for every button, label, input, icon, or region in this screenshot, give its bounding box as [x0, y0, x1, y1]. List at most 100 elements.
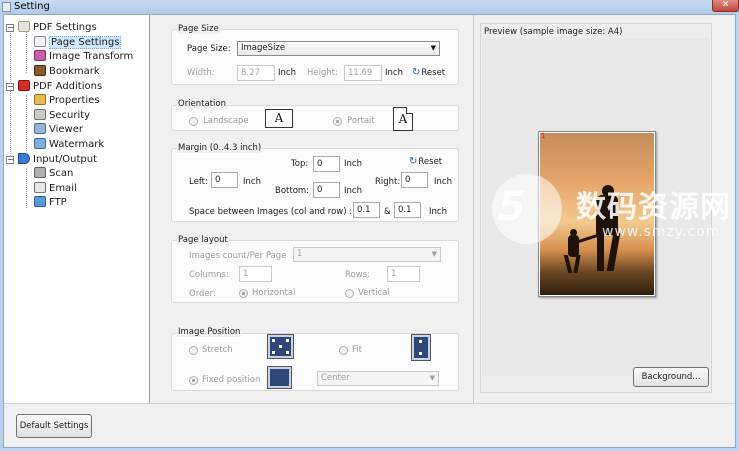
default-settings-button[interactable]: Default Settings [16, 414, 92, 438]
tree-item-pdf-additions[interactable]: PDF Additions [18, 80, 102, 93]
tree-expander[interactable]: − [6, 156, 14, 164]
pdf-settings-icon [18, 21, 30, 32]
tree-line [26, 31, 27, 73]
portrait-label: Portait [347, 116, 375, 126]
vertical-label: Vertical [358, 288, 390, 298]
page-layout-title: Page layout [177, 235, 229, 245]
preview-panel: Preview (sample image size: A4) 1 Backgr… [480, 23, 712, 393]
security-icon [34, 109, 46, 120]
rows-input[interactable]: 1 [387, 266, 420, 282]
images-count-select[interactable]: 1 ▼ [293, 247, 441, 262]
tree-item-pdf-settings[interactable]: PDF Settings [18, 21, 97, 34]
tree-item-security[interactable]: Security [34, 109, 90, 122]
image-position-title: Image Position [177, 327, 242, 337]
width-input[interactable]: 8.27 [237, 65, 275, 81]
preview-canvas: 1 [482, 38, 710, 376]
space-col-input[interactable]: 0.1 [353, 202, 380, 218]
fixed-position-icon [267, 366, 292, 389]
tree-item-image-transform[interactable]: Image Transform [34, 50, 133, 63]
bookmark-icon [34, 65, 46, 76]
chevron-down-icon: ▼ [429, 374, 435, 382]
position-value: Center [321, 373, 350, 383]
stretch-label: Stretch [202, 345, 233, 355]
preview-title: Preview (sample image size: A4) [484, 27, 623, 37]
page-number: 1 [541, 132, 546, 140]
title-bar: Setting ✕ [0, 0, 739, 14]
vertical-radio[interactable] [345, 289, 354, 298]
page-size-title: Page Size [177, 24, 220, 34]
fixed-position-radio[interactable] [189, 376, 198, 385]
space-row-input[interactable]: 0.1 [394, 202, 421, 218]
fit-label: Fit [352, 345, 362, 355]
height-unit: Inch [385, 68, 403, 78]
image-transform-icon [34, 50, 46, 61]
close-button[interactable]: ✕ [712, 0, 739, 12]
window-title: Setting [14, 1, 50, 12]
tree-line [26, 95, 27, 151]
tree-item-page-settings[interactable]: Page Settings [34, 36, 122, 49]
stretch-icon [267, 334, 294, 359]
tree-item-scan[interactable]: Scan [34, 167, 73, 180]
columns-input[interactable]: 1 [239, 266, 272, 282]
columns-label: Columns: [189, 270, 229, 280]
tree-item-ftp[interactable]: FTP [34, 196, 67, 209]
rows-label: Rows: [345, 270, 370, 280]
fit-icon [411, 334, 431, 361]
reset-margin-button[interactable]: ↻Reset [409, 156, 442, 167]
bottom-input[interactable]: 0 [313, 182, 340, 198]
right-input[interactable]: 0 [401, 172, 428, 188]
portrait-icon: A [393, 107, 413, 131]
tree-item-bookmark[interactable]: Bookmark [34, 65, 100, 78]
watermark-icon [34, 138, 46, 149]
pdf-additions-icon [18, 80, 30, 91]
width-label: Width: [187, 68, 215, 78]
left-unit: Inch [243, 177, 261, 187]
settings-tree: − PDF Settings Page Settings Image Trans… [4, 15, 150, 403]
height-input[interactable]: 11.69 [344, 65, 382, 81]
bottom-label: Bottom: [275, 186, 310, 196]
settings-window: − PDF Settings Page Settings Image Trans… [3, 14, 736, 448]
margin-title: Margin (0..4.3 inch) [177, 143, 263, 153]
stretch-radio[interactable] [189, 346, 198, 355]
landscape-icon: A [265, 109, 293, 128]
bottom-unit: Inch [344, 186, 362, 196]
properties-icon [34, 94, 46, 105]
portrait-radio[interactable] [333, 117, 342, 126]
tree-expander[interactable]: − [6, 83, 14, 91]
position-select[interactable]: Center ▼ [317, 371, 439, 386]
tree-item-input-output[interactable]: Input/Output [18, 153, 97, 166]
viewer-icon [34, 123, 46, 134]
settings-panel: Page Size Page Size: ImageSize ▼ Width: 8… [151, 15, 474, 403]
tree-item-watermark[interactable]: Watermark [34, 138, 104, 151]
right-unit: Inch [434, 177, 452, 187]
tree-item-properties[interactable]: Properties [34, 94, 100, 107]
fixed-position-label: Fixed position [202, 375, 261, 385]
reset-margin-label: Reset [418, 157, 443, 167]
tree-line [10, 27, 11, 162]
tree-item-viewer[interactable]: Viewer [34, 123, 83, 136]
left-input[interactable]: 0 [211, 172, 238, 188]
landscape-radio[interactable] [189, 117, 198, 126]
images-count-value: 1 [297, 249, 303, 259]
landscape-label: Landscape [203, 116, 249, 126]
horizontal-radio[interactable] [239, 289, 248, 298]
reset-size-label: Reset [421, 68, 446, 78]
height-label: Height: [307, 68, 338, 78]
top-unit: Inch [344, 159, 362, 169]
chevron-down-icon: ▼ [430, 44, 436, 52]
refresh-icon: ↻ [412, 67, 421, 78]
right-label: Right: [375, 177, 401, 187]
space-unit: Inch [429, 207, 447, 217]
reset-size-button[interactable]: ↻Reset [412, 67, 445, 78]
background-button[interactable]: Background... [633, 367, 709, 387]
app-icon [2, 2, 11, 12]
preview-page: 1 [538, 131, 656, 297]
order-label: Order: [189, 289, 216, 299]
fit-radio[interactable] [339, 346, 348, 355]
top-input[interactable]: 0 [313, 156, 340, 172]
space-and: & [384, 207, 391, 217]
images-count-label: Images count/Per Page [189, 251, 287, 261]
tree-item-email[interactable]: Email [34, 182, 77, 195]
page-size-select[interactable]: ImageSize ▼ [237, 41, 440, 56]
tree-expander[interactable]: − [6, 24, 14, 32]
